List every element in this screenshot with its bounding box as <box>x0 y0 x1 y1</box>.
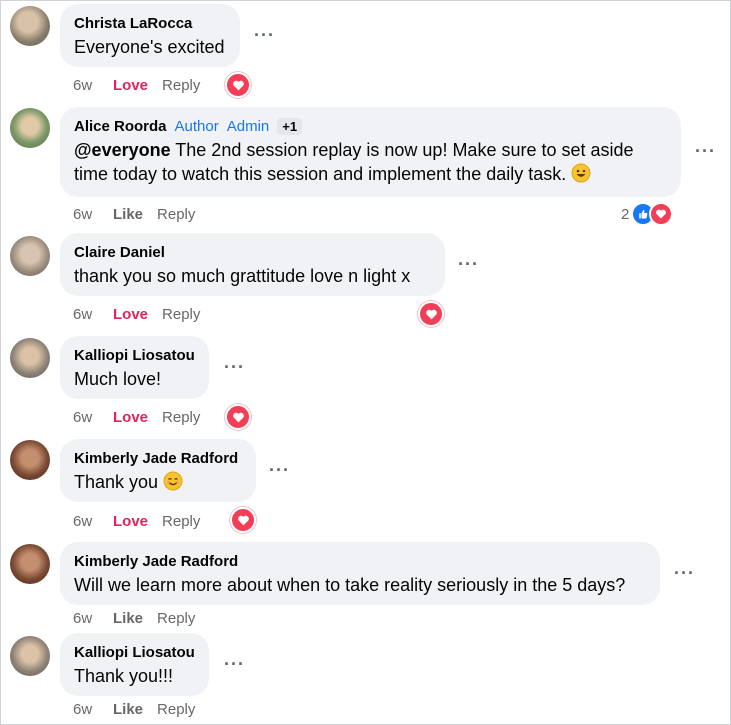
love-icon[interactable] <box>225 72 251 98</box>
admin-badge: Admin <box>226 117 270 135</box>
avatar[interactable] <box>10 236 50 276</box>
more-options-icon[interactable]: ··· <box>458 255 479 273</box>
comment-actions: 6w Love Reply <box>73 304 200 324</box>
more-options-icon[interactable]: ··· <box>695 142 716 160</box>
reply-button[interactable]: Reply <box>157 701 195 718</box>
comment-bubble: Kalliopi Liosatou Thank you!!! <box>60 633 209 696</box>
more-options-icon[interactable]: ··· <box>269 461 290 479</box>
avatar[interactable] <box>10 108 50 148</box>
love-button[interactable]: Love <box>113 77 148 94</box>
timestamp[interactable]: 6w <box>73 513 113 530</box>
reply-button[interactable]: Reply <box>162 513 200 530</box>
commenter-name[interactable]: Kalliopi Liosatou <box>74 347 195 364</box>
commenter-name[interactable]: Claire Daniel <box>74 244 165 261</box>
love-button[interactable]: Love <box>113 409 148 426</box>
love-icon[interactable] <box>225 404 251 430</box>
avatar[interactable] <box>10 338 50 378</box>
love-button[interactable]: Love <box>113 513 148 530</box>
timestamp[interactable]: 6w <box>73 77 113 94</box>
comment-bubble: Kalliopi Liosatou Much love! <box>60 336 209 399</box>
comment-text: Everyone's excited <box>74 37 225 57</box>
comment-text: Thank you!!! <box>74 666 174 686</box>
comment-actions: 6w Love Reply <box>73 511 200 531</box>
commenter-name[interactable]: Kalliopi Liosatou <box>74 644 195 661</box>
reaction-summary[interactable]: 2 <box>621 202 674 226</box>
comment-text-line: time today to watch this session and imp… <box>74 162 667 186</box>
avatar[interactable] <box>10 6 50 46</box>
author-badge: Author <box>174 117 219 135</box>
timestamp[interactable]: 6w <box>73 701 113 718</box>
reply-button[interactable]: Reply <box>162 409 200 426</box>
comment-bubble: Kimberly Jade Radford Thank you <box>60 439 256 502</box>
more-options-icon[interactable]: ··· <box>674 564 695 582</box>
comment-text: thank you so much grattitude love n ligh… <box>74 266 411 286</box>
commenter-name[interactable]: Kimberly Jade Radford <box>74 553 238 570</box>
comment-bubble: Kimberly Jade Radford Will we learn more… <box>60 542 660 605</box>
reply-button[interactable]: Reply <box>162 306 200 323</box>
timestamp[interactable]: 6w <box>73 206 113 223</box>
comment-text-line: @everyone The 2nd session replay is now … <box>74 138 667 162</box>
more-options-icon[interactable]: ··· <box>254 26 275 44</box>
timestamp[interactable]: 6w <box>73 409 113 426</box>
timestamp[interactable]: 6w <box>73 306 113 323</box>
like-button[interactable]: Like <box>113 701 143 718</box>
commenter-name[interactable]: Kimberly Jade Radford <box>74 450 238 467</box>
reply-button[interactable]: Reply <box>157 610 195 627</box>
avatar[interactable] <box>10 544 50 584</box>
grinning-face-emoji <box>571 163 591 183</box>
comment-bubble: Christa LaRocca Everyone's excited <box>60 4 240 67</box>
reply-button[interactable]: Reply <box>162 77 200 94</box>
love-icon[interactable] <box>418 301 444 327</box>
avatar[interactable] <box>10 636 50 676</box>
reply-button[interactable]: Reply <box>157 206 195 223</box>
comment-actions: 6w Love Reply <box>73 407 200 427</box>
avatar[interactable] <box>10 440 50 480</box>
like-button[interactable]: Like <box>113 610 143 627</box>
comment-actions: 6w Like Reply <box>73 699 195 719</box>
more-options-icon[interactable]: ··· <box>224 358 245 376</box>
timestamp[interactable]: 6w <box>73 610 113 627</box>
commenter-name[interactable]: Christa LaRocca <box>74 15 192 32</box>
comment-text: Much love! <box>74 369 162 389</box>
comment-text: The 2nd session replay is now up! Make s… <box>170 140 634 160</box>
comment-text: Thank you <box>74 472 159 492</box>
comment-actions: 6w Like Reply <box>73 608 195 628</box>
reaction-count: 2 <box>621 205 630 223</box>
love-icon[interactable] <box>230 507 256 533</box>
comment-actions: 6w Like Reply <box>73 204 195 224</box>
commenter-name[interactable]: Alice Roorda <box>74 118 167 135</box>
comment-bubble: Claire Daniel thank you so much grattitu… <box>60 233 445 296</box>
comment-text: time today to watch this session and imp… <box>74 164 567 184</box>
smiling-face-emoji <box>163 471 183 491</box>
comment-actions: 6w Love Reply <box>73 75 200 95</box>
comment-text-line: Thank you <box>74 470 242 494</box>
comment-bubble: Alice Roorda Author Admin +1 @everyone T… <box>60 107 681 197</box>
love-icon <box>649 202 674 226</box>
like-button[interactable]: Like <box>113 206 143 223</box>
more-options-icon[interactable]: ··· <box>224 655 245 673</box>
extra-badge-count[interactable]: +1 <box>277 117 303 135</box>
comment-text: Will we learn more about when to take re… <box>74 575 626 595</box>
love-button[interactable]: Love <box>113 306 148 323</box>
mention-link[interactable]: @everyone <box>74 140 171 160</box>
